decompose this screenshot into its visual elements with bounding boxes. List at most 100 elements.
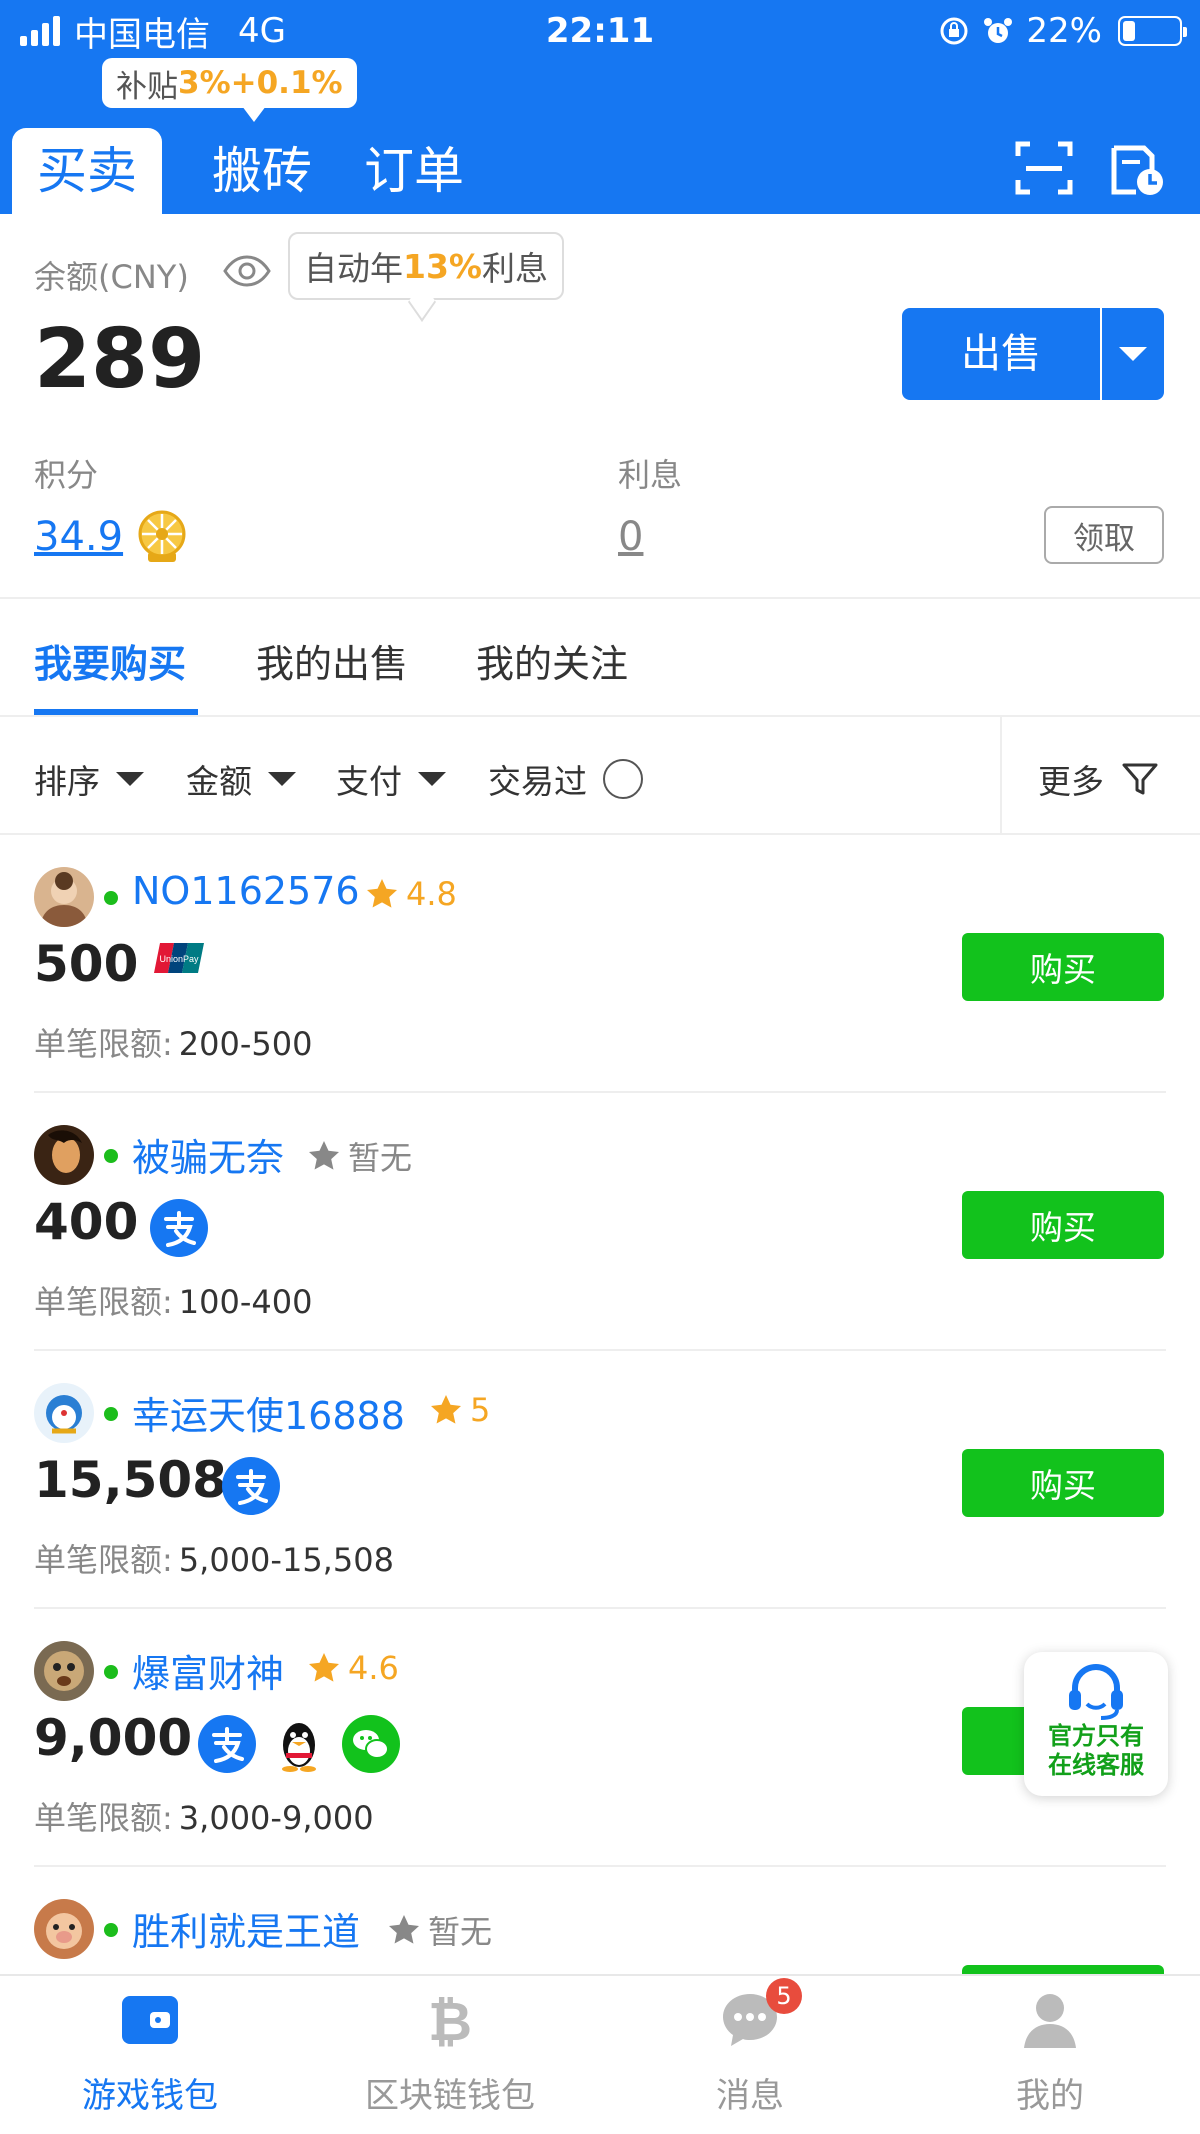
listing-amount: 15,508 — [34, 1451, 227, 1509]
star-icon — [431, 1395, 461, 1424]
online-status-icon — [104, 1923, 118, 1937]
alarm-icon — [984, 18, 1013, 43]
sell-dropdown-button[interactable] — [1102, 308, 1164, 400]
star-icon — [309, 1141, 339, 1170]
user-icon — [1024, 1994, 1076, 2048]
seller-name[interactable]: NO1162576 — [132, 869, 360, 913]
buy-button[interactable]: 购买 — [962, 933, 1164, 1001]
unread-badge: 5 — [766, 1978, 802, 2014]
avatar[interactable] — [34, 1383, 94, 1443]
payment-methods — [222, 1457, 280, 1515]
scan-icon[interactable] — [1014, 138, 1074, 198]
nav-messages[interactable]: 5 消息 — [600, 1976, 900, 2134]
buy-button[interactable]: 购买 — [962, 1191, 1164, 1259]
rating-value: 4.8 — [406, 875, 457, 913]
listing-row: NO1162576 4.8 500 UnionPay 单笔限额: 200-500 … — [0, 835, 1200, 1093]
wallet-icon — [122, 1996, 178, 2044]
battery-percent: 22% — [1026, 11, 1102, 51]
payment-label: 支付 — [336, 762, 402, 801]
avatar[interactable] — [34, 1641, 94, 1701]
service-line-2: 在线客服 — [1048, 1751, 1144, 1779]
listing-row: 胜利就是王道 暂无 — [0, 1867, 1200, 1974]
seller-rating: 暂无 — [386, 1907, 492, 1953]
nav-game-wallet[interactable]: 游戏钱包 — [0, 1976, 300, 2134]
claim-button[interactable]: 领取 — [1044, 506, 1164, 564]
service-line-1: 官方只有 — [1048, 1722, 1144, 1750]
more-label: 更多 — [1038, 762, 1104, 801]
app-screen: 中国电信 4G 22:11 22% 补贴 3%+0.1% 买卖 搬砖 订单 余额… — [0, 0, 1200, 2134]
points-value[interactable]: 34.9 — [34, 514, 123, 560]
alipay-icon — [198, 1715, 256, 1773]
more-filter[interactable]: 更多 — [1038, 755, 1160, 803]
seller-name[interactable]: 被骗无奈 — [132, 1127, 284, 1182]
filter-bar: 排序 金额 支付 交易过 更多 — [0, 717, 1200, 835]
bottom-nav: 游戏钱包 ₿ 区块链钱包 5 消息 我的 — [0, 1974, 1200, 2134]
traded-radio[interactable] — [603, 759, 643, 799]
sort-label: 排序 — [34, 762, 100, 801]
avatar[interactable] — [34, 867, 94, 927]
limit-value: 5,000-15,508 — [178, 1541, 394, 1579]
payment-filter[interactable]: 支付 — [336, 755, 446, 803]
online-status-icon — [104, 1665, 118, 1679]
nav-label: 游戏钱包 — [82, 2076, 218, 2116]
sub-tabs: 我要购买 我的出售 我的关注 — [0, 599, 1200, 717]
listing-amount: 500 — [34, 935, 139, 993]
interest-tip-prefix: 自动年 — [304, 249, 403, 288]
svg-text:₿: ₿ — [428, 1990, 472, 2050]
seller-name[interactable]: 胜利就是王道 — [132, 1901, 360, 1956]
wechat-icon — [342, 1715, 400, 1773]
limit-info: 单笔限额: 3,000-9,000 — [34, 1793, 374, 1839]
amount-filter[interactable]: 金额 — [186, 755, 296, 803]
balance-card: 余额(CNY) 自动年 13% 利息 289 出售 积分 34.9 利息 0 领… — [0, 214, 1200, 599]
chevron-down-icon — [418, 772, 446, 786]
nav-label: 区块链钱包 — [365, 2076, 535, 2116]
limit-info: 单笔限额: 200-500 — [34, 1019, 313, 1065]
eye-icon[interactable] — [222, 254, 272, 288]
sell-button[interactable]: 出售 — [902, 308, 1102, 400]
service-label: 官方只有 在线客服 — [1048, 1722, 1144, 1780]
payment-methods — [150, 1199, 208, 1257]
seller-name[interactable]: 爆富财神 — [132, 1643, 284, 1698]
chevron-down-icon — [116, 772, 144, 786]
tab-trade[interactable]: 买卖 — [12, 128, 162, 214]
interest-value[interactable]: 0 — [618, 514, 643, 560]
subtab-my-sales[interactable]: 我的出售 — [256, 633, 408, 688]
traded-filter[interactable]: 交易过 — [488, 755, 643, 803]
listing-row: 被骗无奈 暂无 400 单笔限额: 100-400 购买 — [0, 1093, 1200, 1351]
nav-label: 我的 — [1016, 2076, 1084, 2116]
payment-methods — [198, 1715, 400, 1773]
history-icon[interactable] — [1106, 138, 1166, 198]
online-status-icon — [104, 891, 118, 905]
bitcoin-icon: ₿ — [428, 1990, 472, 2050]
nav-profile[interactable]: 我的 — [900, 1976, 1200, 2134]
limit-info: 单笔限额: 5,000-15,508 — [34, 1535, 394, 1581]
points-label: 积分 — [34, 456, 99, 494]
limit-label: 单笔限额: — [34, 1541, 173, 1579]
status-bar: 中国电信 4G 22:11 22% — [0, 8, 1200, 55]
avatar[interactable] — [34, 1125, 94, 1185]
limit-label: 单笔限额: — [34, 1283, 173, 1321]
interest-label: 利息 — [618, 456, 683, 494]
chevron-down-icon — [268, 772, 296, 786]
star-icon — [389, 1915, 419, 1944]
star-icon — [367, 879, 397, 908]
buy-button[interactable]: 购买 — [962, 1449, 1164, 1517]
subsidy-prefix: 补贴 — [116, 68, 178, 105]
subtab-buy[interactable]: 我要购买 — [34, 633, 186, 688]
nav-blockchain-wallet[interactable]: ₿ 区块链钱包 — [300, 1976, 600, 2134]
sell-button-group: 出售 — [902, 308, 1164, 400]
sort-filter[interactable]: 排序 — [34, 755, 144, 803]
top-tabs: 买卖 搬砖 订单 — [12, 128, 490, 214]
rating-value: 5 — [470, 1391, 491, 1429]
avatar[interactable] — [34, 1899, 94, 1959]
lucky-wheel-icon[interactable] — [134, 508, 190, 564]
buy-button[interactable] — [962, 1965, 1164, 1974]
subtab-following[interactable]: 我的关注 — [476, 633, 628, 688]
tab-orders[interactable]: 订单 — [338, 128, 490, 214]
seller-name[interactable]: 幸运天使16888 — [132, 1385, 405, 1440]
listing-row: 幸运天使16888 5 15,508 单笔限额: 5,000-15,508 购买 — [0, 1351, 1200, 1609]
tab-arbitrage[interactable]: 搬砖 — [186, 128, 338, 214]
header: 中国电信 4G 22:11 22% 补贴 3%+0.1% 买卖 搬砖 订单 — [0, 0, 1200, 214]
filter-funnel-icon — [1122, 763, 1158, 795]
customer-service-button[interactable]: 官方只有 在线客服 — [1024, 1652, 1168, 1796]
